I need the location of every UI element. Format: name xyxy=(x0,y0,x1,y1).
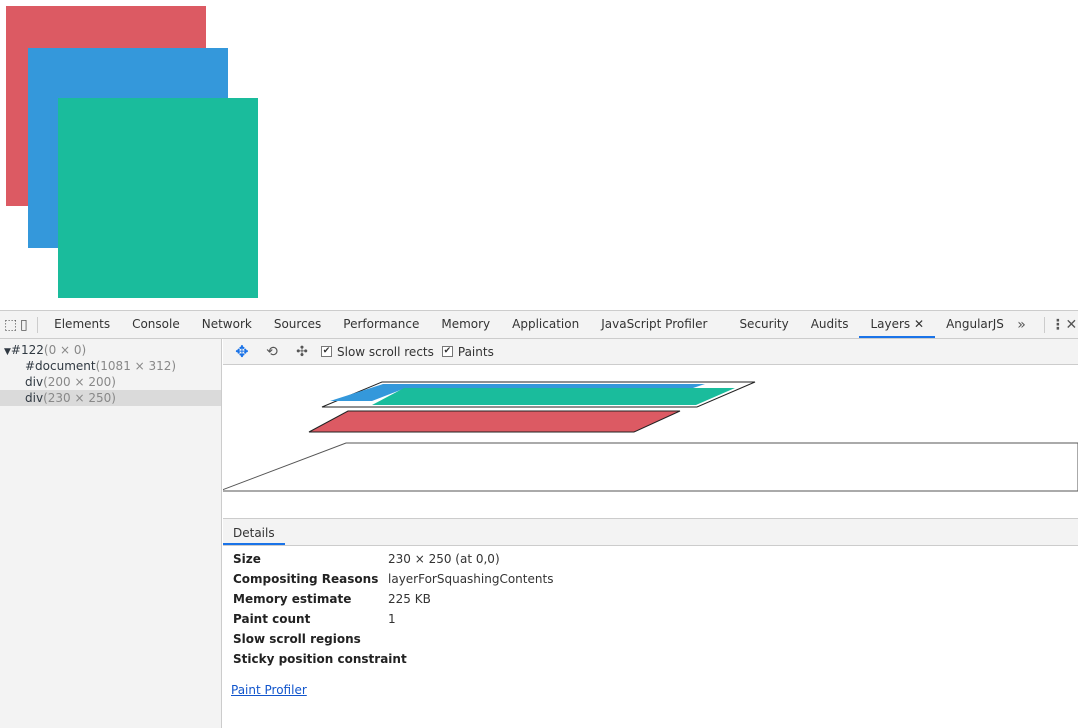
pan-mode-icon[interactable]: ✥ xyxy=(231,342,253,361)
device-toolbar-icon[interactable]: ▯ xyxy=(17,317,30,333)
expand-triangle-icon[interactable]: ▼ xyxy=(4,347,11,357)
layer-tree: ▼#122(0 × 0) #document(1081 × 312) div(2… xyxy=(0,339,222,728)
checkbox-icon[interactable]: ✔ xyxy=(441,346,453,357)
kebab-menu-icon[interactable]: ⋮ xyxy=(1051,317,1065,333)
devtools-tab-bar: ⬚ ▯ Elements Console Network Sources Per… xyxy=(0,311,1078,339)
close-tab-icon[interactable]: ✕ xyxy=(914,317,924,331)
node-dim: (230 × 250) xyxy=(43,391,116,405)
layers-3d-view[interactable] xyxy=(223,365,1078,519)
document-layer[interactable] xyxy=(223,442,1078,492)
detail-label: Size xyxy=(233,552,261,566)
divider xyxy=(1044,316,1045,333)
tab-memory[interactable]: Memory xyxy=(430,311,501,338)
paints-checkbox[interactable]: ✔ Paints xyxy=(441,344,494,359)
tab-security[interactable]: Security xyxy=(728,311,799,338)
tab-layers-label: Layers xyxy=(870,317,911,331)
node-name: div xyxy=(25,391,44,405)
tab-sources[interactable]: Sources xyxy=(263,311,332,338)
green-square xyxy=(58,98,258,298)
tree-node-div-selected[interactable]: div(230 × 250) xyxy=(0,390,221,406)
inspect-element-icon[interactable]: ⬚ xyxy=(4,317,17,333)
node-dim: (0 × 0) xyxy=(43,343,87,357)
detail-label: Slow scroll regions xyxy=(233,632,361,646)
detail-value: 1 xyxy=(388,612,396,626)
node-name: #122 xyxy=(10,343,44,357)
node-name: #document xyxy=(25,359,96,373)
detail-row-memory: Memory estimate 225 KB xyxy=(233,589,1078,609)
checkbox-label: Slow scroll rects xyxy=(337,344,434,359)
slow-scroll-rects-checkbox[interactable]: ✔ Slow scroll rects xyxy=(321,345,434,359)
node-dim: (200 × 200) xyxy=(43,375,116,389)
details-panel: Size 230 × 250 (at 0,0) Compositing Reaso… xyxy=(231,549,1078,697)
tab-javascript-profiler[interactable]: JavaScript Profiler xyxy=(590,311,718,338)
green-layer[interactable] xyxy=(372,388,735,405)
node-dim: (1081 × 312) xyxy=(95,359,177,373)
tree-node-root[interactable]: ▼#122(0 × 0) xyxy=(0,342,221,358)
detail-label: Compositing Reasons xyxy=(233,572,379,586)
detail-row-sticky: Sticky position constraint xyxy=(233,649,1078,669)
tab-console[interactable]: Console xyxy=(121,311,191,338)
tab-layers[interactable]: Layers ✕ xyxy=(859,311,936,338)
tab-angularjs[interactable]: AngularJS xyxy=(935,311,1015,338)
checkbox-icon[interactable]: ✔ xyxy=(321,346,332,357)
node-name: div xyxy=(25,375,44,389)
tab-elements[interactable]: Elements xyxy=(43,311,121,338)
layers-toolbar: ✥ ⟲ ✣ ✔ Slow scroll rects ✔ Paints xyxy=(223,339,1078,365)
tab-audits[interactable]: Audits xyxy=(800,311,860,338)
detail-row-compositing: Compositing Reasons layerForSquashingCont… xyxy=(233,569,1078,589)
tab-application[interactable]: Application xyxy=(501,311,590,338)
detail-label: Memory estimate xyxy=(233,592,352,606)
paint-profiler-link[interactable]: Paint Profiler xyxy=(231,683,307,697)
reset-transform-icon[interactable]: ✣ xyxy=(291,344,313,360)
tree-node-document[interactable]: #document(1081 × 312) xyxy=(0,358,221,374)
divider xyxy=(36,316,38,333)
detail-value: 225 KB xyxy=(388,592,431,606)
red-layer[interactable] xyxy=(308,410,681,433)
tree-node-div[interactable]: div(200 × 200) xyxy=(0,374,221,390)
tab-network[interactable]: Network xyxy=(191,311,263,338)
tab-details[interactable]: Details xyxy=(223,519,285,545)
detail-value: 230 × 250 (at 0,0) xyxy=(388,552,500,566)
rotate-mode-icon[interactable]: ⟲ xyxy=(261,344,283,360)
detail-label: Paint count xyxy=(233,612,311,626)
detail-label: Sticky position constraint xyxy=(233,652,407,666)
detail-row-paint-count: Paint count 1 xyxy=(233,609,1078,629)
close-devtools-icon[interactable]: ✕ xyxy=(1065,317,1078,333)
checkbox-label: Paints xyxy=(457,344,494,359)
more-tabs-icon[interactable]: » xyxy=(1015,317,1028,333)
detail-row-slow-scroll: Slow scroll regions xyxy=(233,629,1078,649)
detail-row-size: Size 230 × 250 (at 0,0) xyxy=(233,549,1078,569)
tab-performance[interactable]: Performance xyxy=(332,311,430,338)
devtools-panel: ⬚ ▯ Elements Console Network Sources Per… xyxy=(0,310,1078,728)
detail-value: layerForSquashingContents xyxy=(388,572,554,586)
details-tabs: Details xyxy=(223,519,1078,546)
